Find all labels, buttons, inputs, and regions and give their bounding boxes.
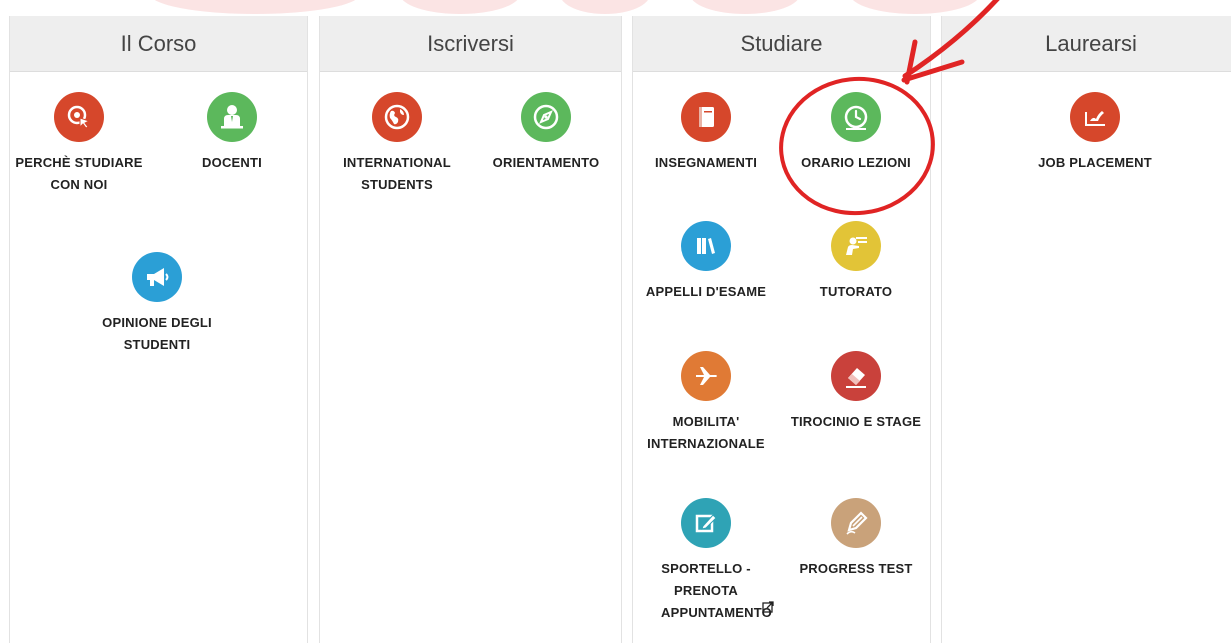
tile-orario-lezioni[interactable]: ORARIO LEZIONI: [781, 92, 931, 174]
books-icon: [681, 221, 731, 271]
tile-opinione-studenti[interactable]: OPINIONE DEGLI STUDENTI: [82, 252, 232, 356]
external-link-icon: [762, 601, 774, 613]
tile-label: ORARIO LEZIONI: [801, 155, 911, 170]
column-laurearsi: Laurearsi JOB PLACEMENT: [941, 16, 1231, 643]
top-decoration: [0, 0, 1231, 16]
tile-job-placement[interactable]: JOB PLACEMENT: [1020, 92, 1170, 174]
column-il-corso: Il Corso PERCHÈ STUDIARE CON NOI DOCENTI…: [9, 16, 308, 643]
tile-tutorato[interactable]: TUTORATO: [781, 221, 931, 303]
tutor-icon: [831, 221, 881, 271]
pen-icon: [831, 498, 881, 548]
edit-icon: [681, 498, 731, 548]
megaphone-icon: [132, 252, 182, 302]
airplane-icon: [681, 351, 731, 401]
tile-mobilita-internazionale[interactable]: MOBILITA' INTERNAZIONALE: [631, 351, 781, 455]
cursor-target-icon: [54, 92, 104, 142]
tile-label: ORIENTAMENTO: [492, 155, 600, 170]
globe-icon: [372, 92, 422, 142]
tile-label: OPINIONE DEGLI STUDENTI: [102, 315, 212, 352]
tile-label: DOCENTI: [202, 155, 262, 170]
signature-icon: [1070, 92, 1120, 142]
eraser-icon: [831, 351, 881, 401]
tile-insegnamenti[interactable]: INSEGNAMENTI: [631, 92, 781, 174]
column-header-il-corso: Il Corso: [10, 16, 307, 72]
teacher-icon: [207, 92, 257, 142]
compass-icon: [521, 92, 571, 142]
tile-perche-studiare[interactable]: PERCHÈ STUDIARE CON NOI: [4, 92, 154, 196]
column-iscriversi: Iscriversi INTERNATIONAL STUDENTS ORIENT…: [319, 16, 622, 643]
column-header-studiare: Studiare: [633, 16, 930, 72]
tile-sportello-prenota[interactable]: SPORTELLO - PRENOTA APPUNTAMENTO: [631, 498, 781, 624]
tile-label: INSEGNAMENTI: [654, 155, 758, 170]
tile-tirocinio-stage[interactable]: TIROCINIO E STAGE: [781, 351, 931, 433]
tile-label: INTERNATIONAL STUDENTS: [343, 155, 451, 192]
tile-label: PROGRESS TEST: [799, 561, 913, 576]
tile-docenti[interactable]: DOCENTI: [157, 92, 307, 174]
book-icon: [681, 92, 731, 142]
tile-appelli-esame[interactable]: APPELLI D'ESAME: [631, 221, 781, 303]
tile-label: MOBILITA' INTERNAZIONALE: [647, 414, 765, 451]
column-header-iscriversi: Iscriversi: [320, 16, 621, 72]
tile-label: PERCHÈ STUDIARE CON NOI: [15, 155, 143, 192]
tile-international-students[interactable]: INTERNATIONAL STUDENTS: [322, 92, 472, 196]
column-studiare: Studiare INSEGNAMENTI ORARIO LEZIONI APP…: [632, 16, 931, 643]
tile-label: APPELLI D'ESAME: [645, 284, 767, 299]
tile-label: JOB PLACEMENT: [1038, 155, 1152, 170]
tile-label: SPORTELLO - PRENOTA APPUNTAMENTO: [661, 561, 772, 620]
tile-label: TUTORATO: [819, 284, 893, 299]
menu-columns: Il Corso PERCHÈ STUDIARE CON NOI DOCENTI…: [0, 16, 1231, 643]
tile-label: TIROCINIO E STAGE: [790, 414, 922, 429]
column-header-laurearsi: Laurearsi: [942, 16, 1231, 72]
tile-progress-test[interactable]: PROGRESS TEST: [781, 498, 931, 580]
clock-icon: [831, 92, 881, 142]
tile-orientamento[interactable]: ORIENTAMENTO: [471, 92, 621, 174]
